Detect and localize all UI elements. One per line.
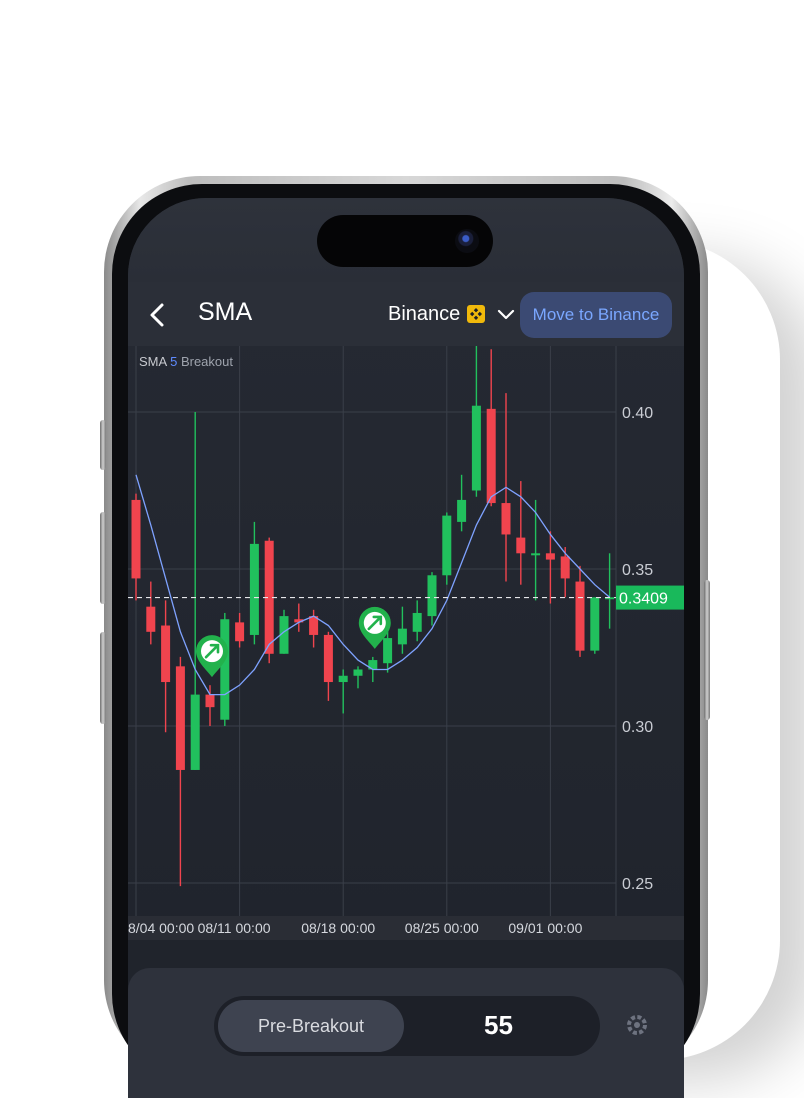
gear-icon[interactable] bbox=[624, 1012, 650, 1038]
indicator-period: 5 bbox=[170, 354, 178, 369]
y-tick-label: 0.40 bbox=[622, 405, 653, 422]
candle-down bbox=[235, 622, 245, 642]
candle-down bbox=[323, 634, 333, 683]
candle-down bbox=[545, 553, 555, 560]
candle-down bbox=[161, 625, 171, 683]
current-price-label: 0.3409 bbox=[619, 591, 668, 608]
y-tick-label: 0.35 bbox=[622, 562, 653, 579]
candle-up bbox=[249, 543, 259, 635]
segment-value[interactable]: 55 bbox=[484, 1010, 513, 1041]
candle-up bbox=[220, 619, 230, 720]
y-tick-label: 0.25 bbox=[622, 876, 653, 893]
indicator-label: SMA 5 Breakout bbox=[139, 354, 233, 369]
candle-up bbox=[427, 575, 437, 617]
segment-pre-breakout[interactable]: Pre-Breakout bbox=[218, 1000, 404, 1052]
price-chart[interactable]: 0.40 0.35 0.30 0.25 8/04 00:00 08/11 00:00 08/… bbox=[128, 346, 684, 940]
navigation-bar: SMA Binance Move to Binance bbox=[128, 282, 684, 346]
indicator-name: SMA bbox=[139, 354, 167, 369]
candle-up bbox=[383, 638, 393, 664]
y-tick-label: 0.30 bbox=[622, 719, 653, 736]
back-icon[interactable] bbox=[146, 302, 168, 328]
candle-down bbox=[309, 616, 319, 635]
candle-up bbox=[353, 669, 363, 676]
move-to-binance-button[interactable]: Move to Binance bbox=[520, 292, 672, 338]
phone-screen: SMA Binance Move to Binance 0.40 0.35 0.30… bbox=[128, 198, 684, 1098]
candle-down bbox=[486, 408, 496, 504]
x-tick-label: 08/18 00:00 bbox=[301, 920, 375, 936]
x-tick-label: 08/25 00:00 bbox=[405, 920, 479, 936]
candlestick-chart[interactable]: 0.40 0.35 0.30 0.25 8/04 00:00 08/11 00:00 08/… bbox=[128, 346, 684, 940]
candle-up bbox=[531, 553, 541, 556]
candle-up bbox=[412, 612, 422, 632]
candle-down bbox=[575, 581, 585, 651]
candle-up bbox=[338, 675, 348, 683]
exchange-selector[interactable]: Binance bbox=[388, 300, 516, 328]
volume-down-button bbox=[100, 632, 106, 724]
x-tick-label: 09/01 00:00 bbox=[508, 920, 582, 936]
binance-icon bbox=[467, 305, 486, 323]
page-title: SMA bbox=[198, 298, 253, 326]
action-button bbox=[100, 420, 106, 470]
candle-up bbox=[590, 597, 600, 651]
candle-up bbox=[190, 694, 200, 770]
bottom-panel: Pre-Breakout 55 bbox=[128, 968, 684, 1098]
segment-control: Pre-Breakout 55 bbox=[214, 996, 600, 1056]
candle-down bbox=[501, 503, 511, 535]
candle-up bbox=[471, 405, 481, 491]
volume-up-button bbox=[100, 512, 106, 604]
chevron-down-icon bbox=[498, 309, 515, 320]
candle-up bbox=[442, 515, 452, 576]
camera-icon bbox=[455, 229, 479, 253]
exchange-label: Binance bbox=[388, 302, 461, 325]
candle-down bbox=[175, 666, 185, 770]
candle-down bbox=[205, 694, 215, 708]
candle-down bbox=[560, 556, 570, 579]
candle-down bbox=[131, 499, 141, 579]
candle-down bbox=[146, 606, 156, 632]
indicator-mode: Breakout bbox=[180, 354, 233, 369]
candle-up bbox=[457, 499, 467, 522]
candle-up bbox=[397, 628, 407, 645]
x-tick-label: 08/11 00:00 bbox=[198, 920, 271, 936]
x-tick-label: 8/04 00:00 bbox=[128, 920, 194, 936]
power-button bbox=[704, 580, 710, 720]
candle-down bbox=[516, 537, 526, 554]
dynamic-island bbox=[317, 215, 493, 267]
